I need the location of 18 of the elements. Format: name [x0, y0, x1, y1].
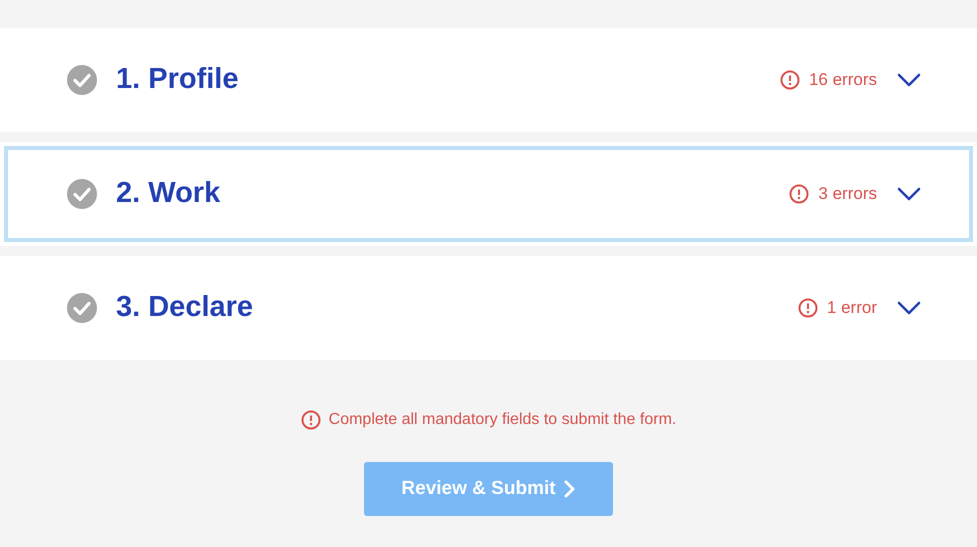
error-icon	[798, 298, 818, 318]
error-count: 1 error	[826, 297, 877, 320]
section-card[interactable]: 3. Declare 1 error	[0, 256, 977, 360]
section-title: 3. Declare	[116, 290, 254, 326]
section-card[interactable]: 2. Work 3 errors	[0, 142, 977, 246]
section-title: 1. Profile	[116, 62, 238, 98]
error-message: Complete all mandatory fields to submit the form.	[328, 410, 676, 430]
error-icon	[300, 410, 321, 430]
error-icon	[789, 184, 810, 204]
error-icon	[780, 70, 800, 90]
chevron-down-icon[interactable]	[897, 73, 921, 87]
section-card[interactable]: 1. Profile 16 errors	[0, 28, 977, 132]
chevron-down-icon[interactable]	[897, 301, 921, 315]
section-title: 2. Work	[116, 176, 220, 212]
error-count: 16 errors	[808, 69, 877, 92]
chevron-right-icon	[564, 480, 576, 498]
chevron-down-icon[interactable]	[897, 187, 921, 201]
error-count: 3 errors	[818, 183, 877, 206]
